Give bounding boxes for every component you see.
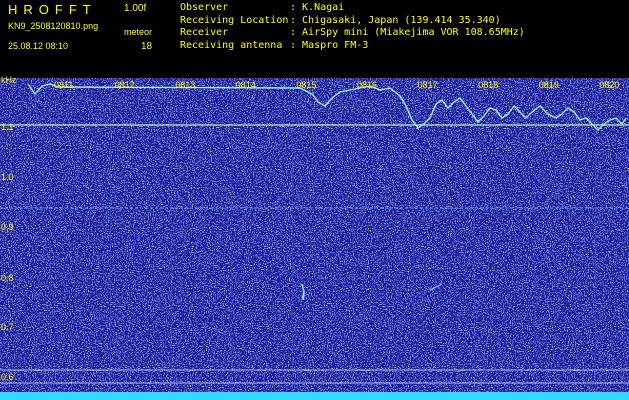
version-label: 1.00f	[124, 3, 147, 14]
info-value: : Chigasaki, Japan (139.414 35.340)	[290, 14, 501, 26]
time-tick-label: 0815	[296, 80, 317, 90]
y-tick-label: 0.6	[1, 372, 14, 382]
info-key: Receiver	[180, 27, 229, 38]
info-value: : AirSpy mini (Miakejima VOR 108.65MHz)	[290, 27, 525, 38]
y-tick-label: 0.8	[1, 273, 14, 283]
info-row-location: Receiving Location: Chigasaki, Japan (13…	[180, 15, 525, 28]
time-tick-label: 0816	[357, 80, 378, 90]
info-row-observer: Observer : K.Nagai	[180, 2, 525, 15]
info-key: Receiving antenna	[180, 39, 283, 51]
info-value: : K.Nagai	[290, 2, 345, 13]
info-value: : Maspro FM-3	[290, 39, 369, 51]
y-tick-label: 1.0	[1, 172, 14, 182]
time-tick-label: 0817	[417, 80, 438, 90]
y-tick-label: 0.9	[1, 222, 14, 232]
app-title: HROFFT	[8, 2, 97, 17]
bottom-band	[0, 392, 629, 400]
info-key: Observer	[180, 2, 229, 13]
y-tick-label: 1.1	[1, 122, 14, 132]
info-key: Receiving Location	[180, 14, 289, 26]
station-info: Observer : K.Nagai Receiving Location: Ch…	[180, 2, 525, 52]
time-tick-label: 0819	[538, 80, 559, 90]
y-tick-label: 0.7	[1, 322, 14, 332]
filename-label: KN9_2508120810.png	[8, 21, 99, 31]
meteor-count: 18	[141, 41, 153, 52]
unit-label: kHz	[1, 75, 17, 85]
header-panel: HROFFT 1.00f KN9_2508120810.png meteor 2…	[0, 0, 629, 78]
time-tick-label: 0820	[599, 80, 620, 90]
time-tick-label: 0818	[478, 80, 499, 90]
time-tick-label: 0812	[114, 80, 135, 90]
timestamp-label: 25.08.12 08:10	[8, 41, 69, 51]
time-tick-label: 0814	[235, 80, 256, 90]
time-tick-label: 0813	[175, 80, 196, 90]
spectrogram	[0, 78, 629, 400]
info-row-receiver: Receiver : AirSpy mini (Miakejima VOR 108…	[180, 27, 525, 40]
meteor-label: meteor	[124, 27, 153, 37]
time-tick-label: 0811	[54, 80, 74, 90]
info-row-antenna: Receiving antenna : Maspro FM-3	[180, 40, 525, 53]
